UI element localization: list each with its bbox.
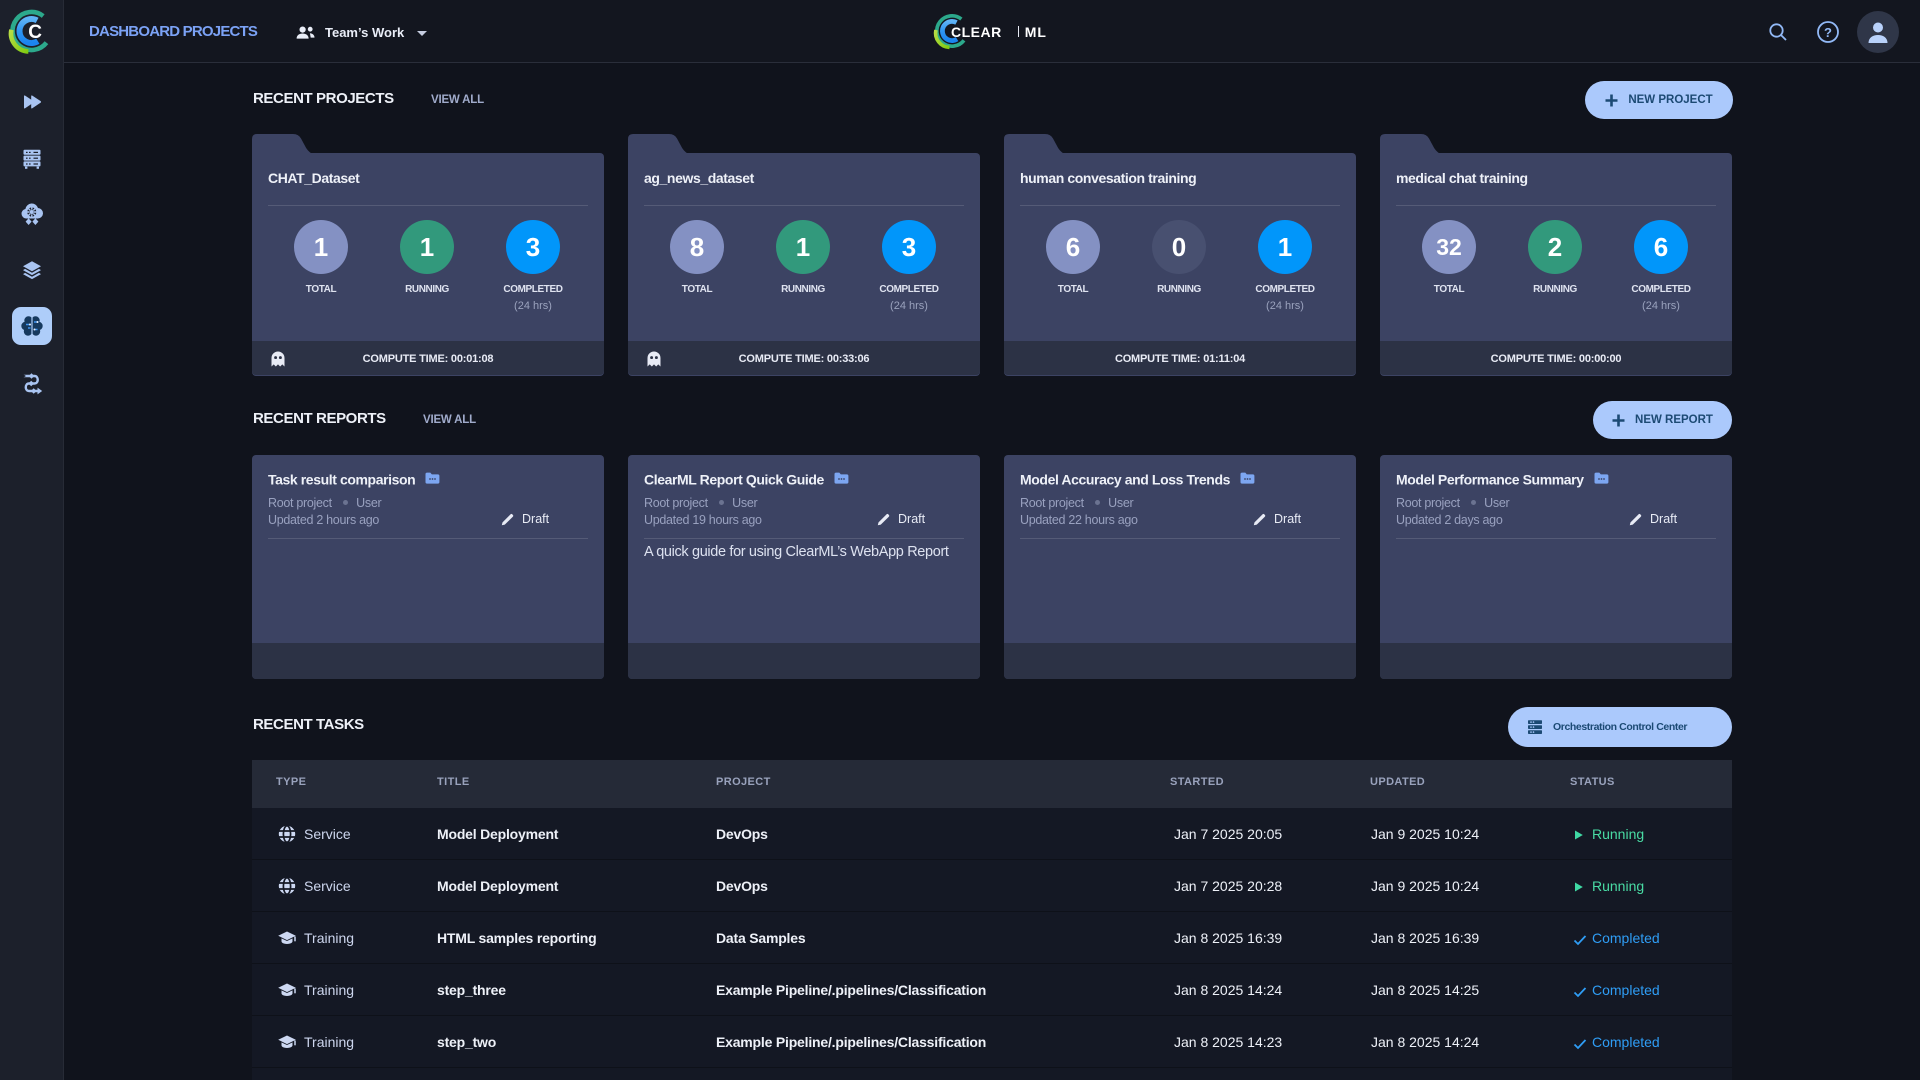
svg-text:C: C <box>28 22 42 43</box>
svg-text:?: ? <box>1824 25 1832 40</box>
